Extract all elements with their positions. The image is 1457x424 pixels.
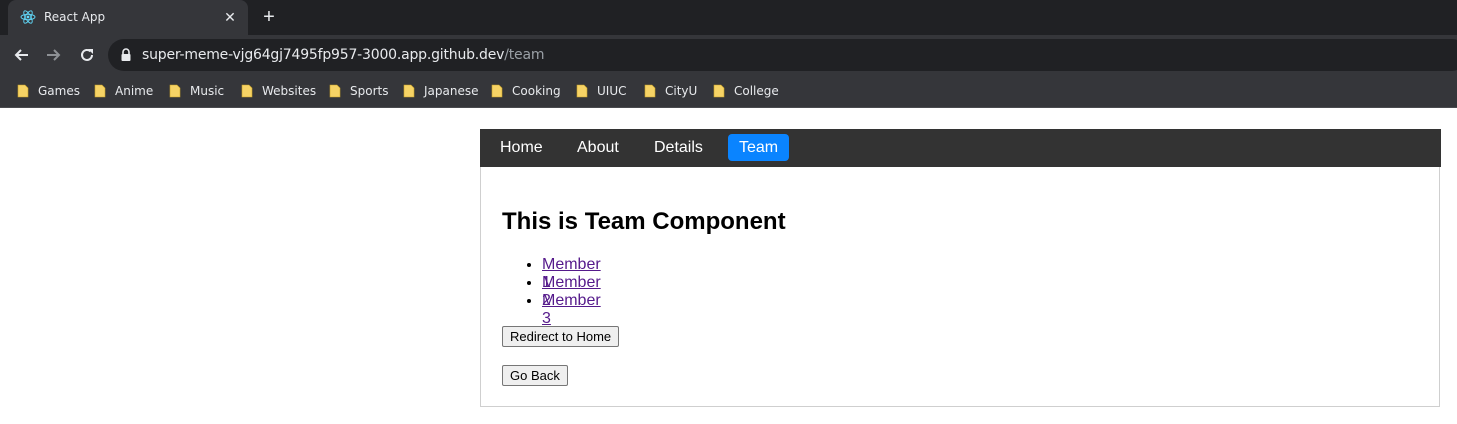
nav-home-link[interactable]: Home: [489, 134, 554, 161]
app-container: Home About Details Team This is Team Com…: [480, 129, 1441, 407]
bookmark-label: Sports: [350, 84, 389, 98]
list-item: Member 2: [542, 274, 601, 309]
back-arrow-icon[interactable]: [9, 43, 33, 67]
folder-icon: [16, 84, 30, 98]
bookmark-label: Websites: [262, 84, 317, 98]
close-icon[interactable]: ✕: [222, 9, 238, 25]
tab-title: React App: [44, 10, 106, 24]
forward-arrow-icon[interactable]: [42, 43, 66, 67]
bookmark-label: CityU: [665, 84, 698, 98]
reload-icon[interactable]: [75, 43, 99, 67]
folder-icon: [168, 84, 182, 98]
navbar: Home About Details Team: [480, 129, 1441, 167]
folder-icon: [240, 84, 254, 98]
bookmark-cityu[interactable]: CityU: [643, 81, 697, 101]
nav-details-link[interactable]: Details: [643, 134, 714, 161]
folder-icon: [93, 84, 107, 98]
go-back-button[interactable]: Go Back: [502, 365, 568, 386]
bookmark-college[interactable]: College: [712, 81, 779, 101]
redirect-home-button[interactable]: Redirect to Home: [502, 326, 620, 347]
bookmark-anime[interactable]: Anime: [93, 81, 153, 101]
nav-team-link[interactable]: Team: [728, 134, 790, 161]
bookmarks-bar: Games Anime Music Websites Sports Japane…: [0, 75, 1457, 108]
bookmark-cooking[interactable]: Cooking: [490, 81, 561, 101]
bookmark-label: College: [734, 84, 779, 98]
bookmark-label: Cooking: [512, 84, 561, 98]
bookmark-sports[interactable]: Sports: [328, 81, 388, 101]
bookmark-label: UIUC: [597, 84, 627, 98]
react-logo-icon: [20, 9, 36, 25]
nav-about-link[interactable]: About: [566, 134, 630, 161]
bookmark-label: Anime: [115, 84, 154, 98]
lock-icon[interactable]: [120, 48, 132, 62]
folder-icon: [328, 84, 342, 98]
bookmark-label: Music: [190, 84, 225, 98]
list-item: Member 1: [542, 256, 601, 291]
list-item: Member 3: [542, 292, 601, 327]
tab-strip: React App ✕ +: [0, 0, 1457, 35]
bookmark-music[interactable]: Music: [168, 81, 224, 101]
browser-tab[interactable]: React App ✕: [8, 0, 248, 35]
folder-icon: [643, 84, 657, 98]
url-text: super-meme-vjg64gj7495fp957-3000.app.git…: [142, 47, 544, 63]
member-link[interactable]: Member 3: [542, 292, 601, 327]
bookmark-label: Games: [38, 84, 80, 98]
folder-icon: [402, 84, 416, 98]
page-heading: This is Team Component: [502, 208, 786, 235]
member-list: Member 1 Member 2 Member 3: [522, 256, 601, 327]
address-bar[interactable]: super-meme-vjg64gj7495fp957-3000.app.git…: [108, 39, 1457, 71]
folder-icon: [575, 84, 589, 98]
url-host: super-meme-vjg64gj7495fp957-3000.app.git…: [142, 47, 505, 63]
bookmark-uiuc[interactable]: UIUC: [575, 81, 626, 101]
bookmark-label: Japanese: [424, 84, 479, 98]
browser-toolbar: super-meme-vjg64gj7495fp957-3000.app.git…: [0, 35, 1457, 75]
folder-icon: [490, 84, 504, 98]
plus-icon[interactable]: +: [259, 7, 279, 27]
bookmark-websites[interactable]: Websites: [240, 81, 316, 101]
bookmark-japanese[interactable]: Japanese: [402, 81, 479, 101]
url-path: /team: [504, 47, 545, 63]
bookmark-games[interactable]: Games: [16, 81, 80, 101]
folder-icon: [712, 84, 726, 98]
